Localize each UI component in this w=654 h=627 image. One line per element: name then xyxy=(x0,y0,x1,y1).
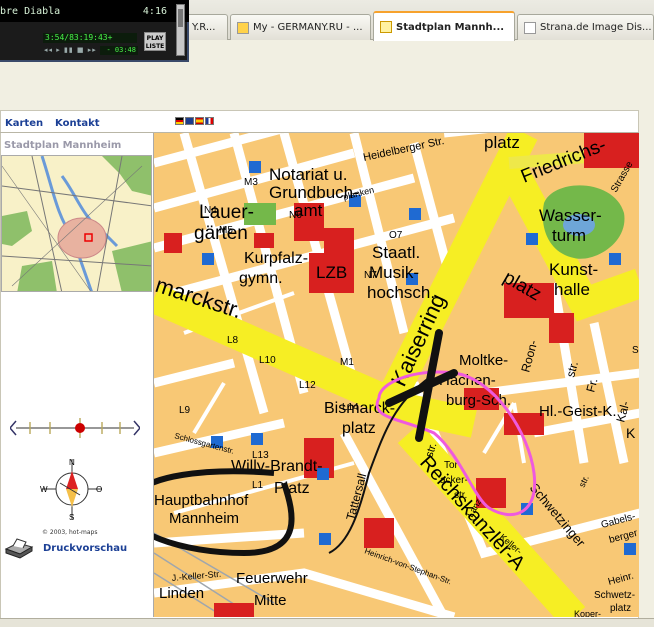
label-bismarck2: platz xyxy=(342,420,376,437)
print-preview-link[interactable]: Druckvorschau xyxy=(43,543,127,554)
compass-n: N xyxy=(69,458,75,467)
media-player: bre Diabla 4:16 3:54/83:19:43+ ◂◂ ▸ ▮▮ ■… xyxy=(0,0,189,62)
page-icon xyxy=(524,21,536,34)
tab-stadtplan[interactable]: Stadtplan Mannh... xyxy=(373,11,515,41)
tab-germany-ru[interactable]: My - GERMANY.RU - ... xyxy=(230,14,371,40)
label-moltke1: Moltke- xyxy=(459,352,508,369)
label-hbf1: Hauptbahnhof xyxy=(154,492,249,509)
remaining-time: - 03:48 xyxy=(100,46,138,55)
label-linden: Linden xyxy=(159,585,204,602)
zoom-slider[interactable] xyxy=(9,416,141,440)
tab-label: Strana.de Image Dis... xyxy=(540,22,652,33)
label-l10: L10 xyxy=(259,355,276,366)
tab-1[interactable]: Y.R... xyxy=(185,14,228,40)
label-notariat3: amt xyxy=(294,201,323,220)
label-wasser1: Wasser- xyxy=(539,206,602,225)
label-lzb: LZB xyxy=(316,263,347,282)
label-notariat2: Grundbuch- xyxy=(269,183,359,202)
label-staatl1: Staatl. xyxy=(372,243,420,262)
label-hlgeist: Hl.-Geist-K. xyxy=(539,403,617,420)
label-o7: O7 xyxy=(389,230,403,241)
german-flag-icon[interactable] xyxy=(175,117,184,125)
tab-label: My - GERMANY.RU - ... xyxy=(253,22,363,33)
label-kunst2: halle xyxy=(554,280,590,299)
nav-kontakt[interactable]: Kontakt xyxy=(55,118,100,129)
tab-strana[interactable]: Strana.de Image Dis... xyxy=(517,14,654,40)
track-duration: 4:16 xyxy=(142,6,167,17)
time-display: 3:54/83:19:43+ xyxy=(43,33,137,43)
compass-s: S xyxy=(69,513,74,521)
label-k: K xyxy=(626,425,636,441)
label-m3: M3 xyxy=(244,177,258,188)
label-m1: M1 xyxy=(340,357,354,368)
label-kurpfalz1: Kurpfalz- xyxy=(244,250,308,267)
status-strip xyxy=(0,618,654,627)
label-notariat1: Notariat u. xyxy=(269,165,347,184)
uk-flag-icon[interactable] xyxy=(185,117,194,125)
label-l8: L8 xyxy=(227,335,239,346)
transport-controls[interactable]: ◂◂ ▸ ▮▮ ■ ▸▸ ▴ xyxy=(44,46,105,54)
label-schwetz3: platz xyxy=(610,603,631,614)
label-lauer2: gärten xyxy=(194,223,248,244)
label-lauer1: Lauer- xyxy=(199,202,254,223)
compass-control[interactable]: N S W O xyxy=(40,457,104,522)
label-feuerwehr1: Feuerwehr xyxy=(236,570,308,587)
label-schwetz2: Schwetz- xyxy=(594,590,635,601)
tab-label: Y.R... xyxy=(192,22,216,33)
web-page: Karten Kontakt Stadtplan Mannheim N S W … xyxy=(0,62,654,627)
overview-map[interactable] xyxy=(1,155,152,292)
label-staatl2: Musik- xyxy=(369,263,419,282)
favicon-icon xyxy=(380,21,392,33)
copyright: © 2003, hot-maps xyxy=(42,529,98,536)
label-l9: L9 xyxy=(179,405,191,416)
window-edge xyxy=(639,110,654,627)
city-map[interactable]: N4 M5 M3 N6 O7 N7 L8 L10 L12 L14 L9 L13 … xyxy=(153,133,639,617)
label-s: S xyxy=(632,345,639,356)
label-hbf2: Mannheim xyxy=(169,510,239,527)
sidebar-title: Stadtplan Mannheim xyxy=(4,140,122,151)
compass-w: W xyxy=(40,485,48,494)
label-tor2: acker- xyxy=(440,475,468,486)
compass-o: O xyxy=(96,485,102,494)
label-willy2: Platz xyxy=(274,480,310,497)
tab-label: Stadtplan Mannh... xyxy=(396,21,505,33)
label-tor3: str. xyxy=(454,490,467,501)
label-kunst1: Kunst- xyxy=(549,260,598,279)
label-wasser2: turm xyxy=(552,226,586,245)
label-koper: Koper- xyxy=(574,609,601,617)
label-feuerwehr2: Mitte xyxy=(254,592,287,609)
spanish-flag-icon[interactable] xyxy=(195,117,204,125)
language-flags xyxy=(175,117,214,125)
playlist-button[interactable]: PLAY LISTE xyxy=(144,32,166,51)
favicon-icon xyxy=(237,21,249,34)
french-flag-icon[interactable] xyxy=(205,117,214,125)
label-kurpfalz2: gymn. xyxy=(239,270,283,287)
screen: Y.R... My - GERMANY.RU - ... Stadtplan M… xyxy=(0,0,654,627)
printer-icon[interactable] xyxy=(4,537,34,559)
label-l12: L12 xyxy=(299,380,316,391)
player-display: bre Diabla 4:16 xyxy=(0,0,189,22)
nav-karten[interactable]: Karten xyxy=(5,118,43,129)
label-l1: L1 xyxy=(252,480,264,491)
track-title: bre Diabla xyxy=(0,6,61,17)
label-platz1: platz xyxy=(484,133,520,152)
volume-slider[interactable] xyxy=(176,4,185,56)
